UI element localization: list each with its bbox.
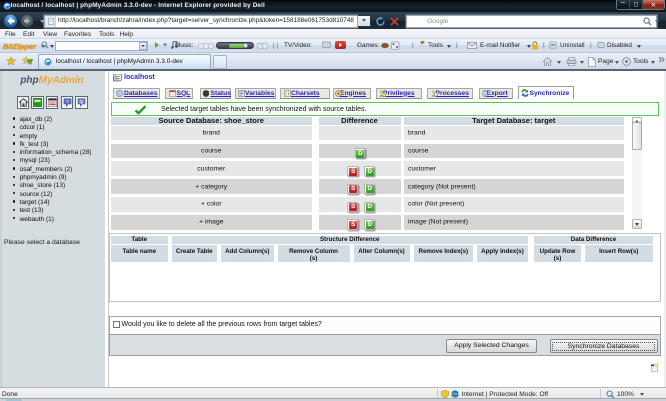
svg-text:?: ? [66, 99, 69, 104]
svg-text:Q: Q [80, 99, 84, 104]
